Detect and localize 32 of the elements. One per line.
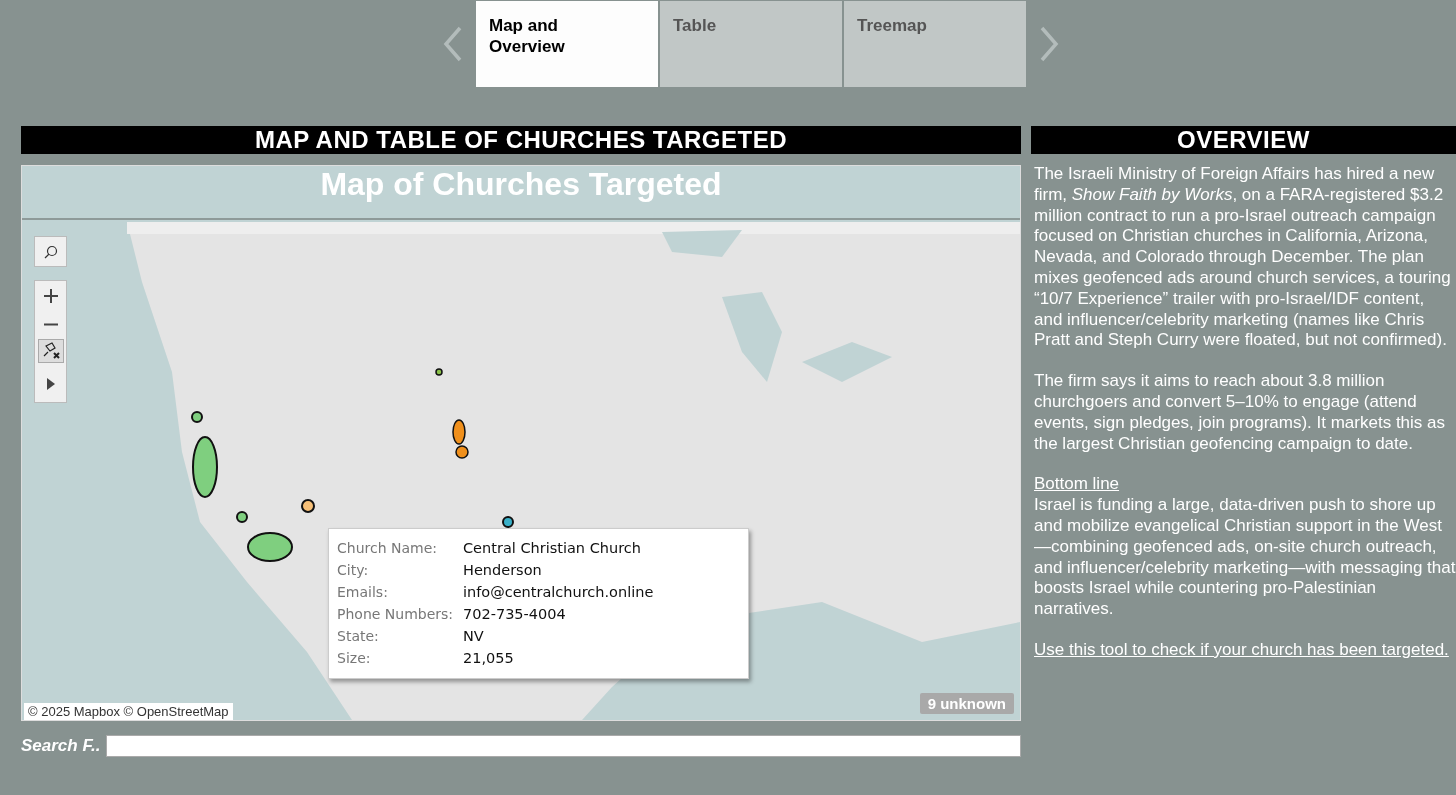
tooltip-label: State: <box>337 627 380 646</box>
overview-paragraph: The Israeli Ministry of Foreign Affairs has hired a new firm, Show Faith by Works, on a FARA-registered $3.2 million contract to run a pro-Israel outreach campaign focused on Christian churches in California, Arizona, Nevada, and Colorado through December. The plan mixes geofenced ads around church services, a touring “10/7 Experience” trailer with pro-Israel/IDF content, and influencer/celebrity marketing (names like Chris Pratt and Steph Curry were floated, but not confirmed). <box>1034 164 1452 352</box>
search-label: Search F.. <box>21 736 101 756</box>
overview-paragraph: The firm says it aims to reach about 3.8 million churchgoers and convert 5–10% to engage (attend events, sign pledges, join programs). It markets this as the largest Christian geofencing campaign to date. <box>1034 371 1446 455</box>
tooltip-value: info@centralchurch.online <box>463 583 655 602</box>
section-header: MAP AND TABLE OF CHURCHES TARGETED <box>21 126 1021 154</box>
tooltip-label: Emails: <box>337 583 389 602</box>
search-icon <box>43 244 58 259</box>
unknown-badge[interactable]: 9 unknown <box>919 693 1014 714</box>
tooltip-value: 702-735-4004 <box>463 605 567 624</box>
tooltip-value: 21,055 <box>463 649 515 668</box>
tooltip-value: Central Christian Church <box>463 539 642 558</box>
dashboard-tab[interactable]: Table <box>660 1 842 87</box>
plus-icon <box>43 288 58 303</box>
minus-icon <box>43 323 58 326</box>
tooltip-label: Church Name: <box>337 539 438 558</box>
play-icon <box>46 377 55 390</box>
bottom-line-paragraph: Israel is funding a large, data-driven push to shore up and mobilize evangelical Christian support in the West—combining geofenced ads, on-site church outreach, and influencer/celebrity marketing—with messaging that boosts Israel while countering pro-Palestinian narratives. <box>1034 495 1456 620</box>
dashboard-tab[interactable]: Map and Overview <box>476 1 658 87</box>
map-title: Map of Churches Targeted <box>22 166 1020 220</box>
tooltip-label: Size: <box>337 649 372 668</box>
attribution-text: © 2025 Mapbox © OpenStreetMap <box>24 703 233 720</box>
search-field[interactable] <box>106 735 1021 757</box>
tooltip-label: City: <box>337 561 370 580</box>
dashboard-tab[interactable]: Treemap <box>844 1 1026 87</box>
tooltip-value: Henderson <box>463 561 543 580</box>
subheading: Bottom line <box>1034 474 1121 496</box>
section-header: OVERVIEW <box>1031 126 1456 154</box>
check-church-link[interactable]: Use this tool to check if your church has been targeted. <box>1034 639 1456 661</box>
tooltip-label: Phone Numbers: <box>337 605 455 624</box>
unpin-button[interactable] <box>37 339 64 363</box>
tooltip-value: NV <box>463 627 485 646</box>
